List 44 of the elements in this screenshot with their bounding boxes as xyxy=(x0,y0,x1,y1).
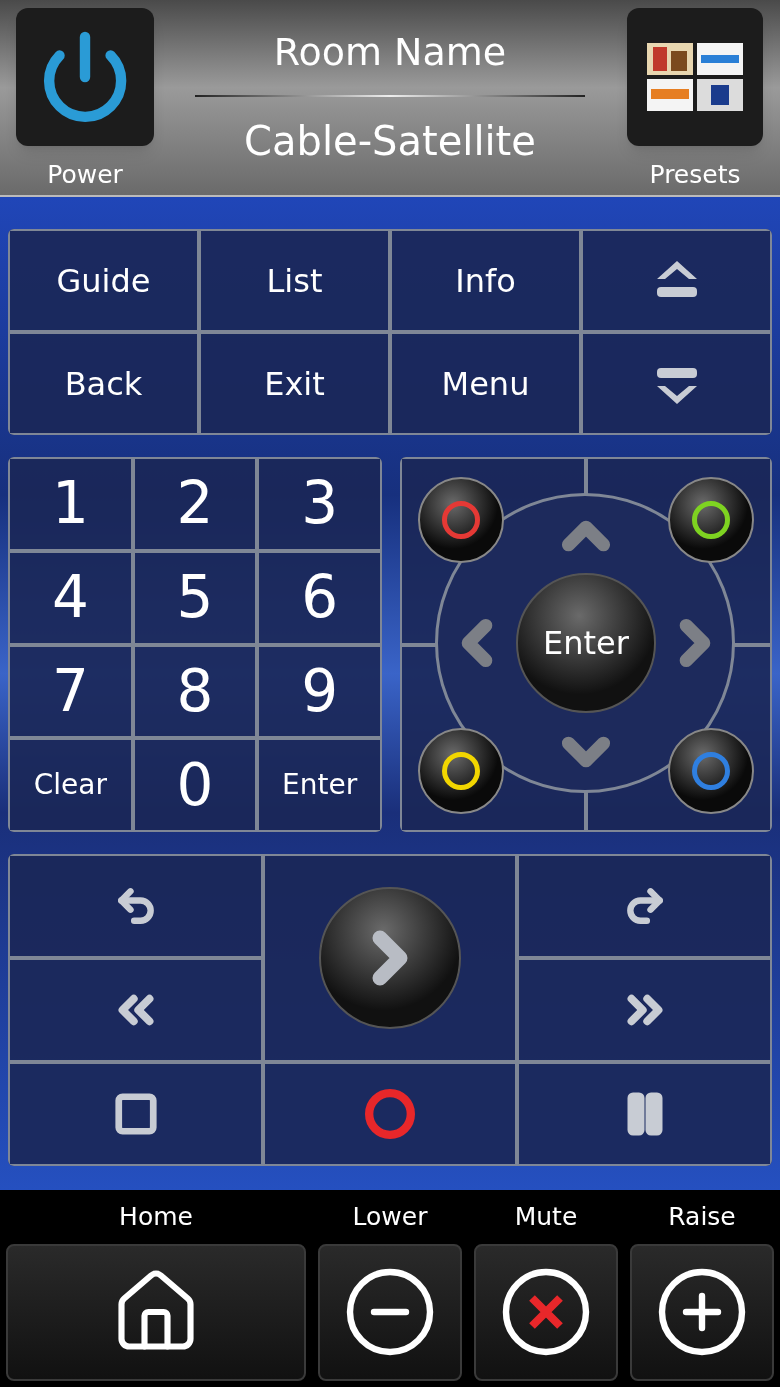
menu-key[interactable]: Exit xyxy=(199,332,390,435)
transport-key[interactable] xyxy=(8,854,263,958)
keypad-key[interactable]: 8 xyxy=(132,644,258,739)
transport-key[interactable] xyxy=(8,958,263,1062)
keypad-key[interactable]: Enter xyxy=(257,738,382,832)
keypad-key[interactable]: 6 xyxy=(257,550,382,645)
menu-key[interactable]: Info xyxy=(390,229,581,332)
power-label: Power xyxy=(47,159,123,191)
keypad-key[interactable]: 7 xyxy=(8,644,133,739)
menu-key[interactable]: List xyxy=(199,229,390,332)
presets-thumbnails-icon xyxy=(645,41,745,113)
lower-button[interactable] xyxy=(318,1243,462,1381)
raise-button[interactable] xyxy=(630,1243,774,1381)
keypad-key[interactable]: 5 xyxy=(132,550,258,645)
footer-label: Lower xyxy=(352,1201,428,1233)
keypad-key[interactable]: 4 xyxy=(8,550,133,645)
keypad-key[interactable]: 3 xyxy=(257,457,382,551)
transport-key[interactable] xyxy=(263,1062,517,1166)
transport-key[interactable] xyxy=(517,1062,772,1166)
power-button[interactable] xyxy=(16,8,154,146)
menu-key[interactable]: Guide xyxy=(8,229,199,332)
mute-button[interactable] xyxy=(474,1243,618,1381)
footer-label: Mute xyxy=(514,1201,578,1233)
home-button[interactable] xyxy=(6,1243,306,1381)
presets-button[interactable] xyxy=(627,8,763,146)
menu-key[interactable]: Back xyxy=(8,332,199,435)
page-down-key[interactable] xyxy=(581,332,772,435)
keypad-key[interactable]: Clear xyxy=(8,738,133,832)
footer-label: Home xyxy=(119,1201,193,1233)
keypad-key[interactable]: 9 xyxy=(257,644,382,739)
footer-label: Raise xyxy=(668,1201,736,1233)
page-up-key[interactable] xyxy=(581,229,772,332)
menu-key[interactable]: Menu xyxy=(390,332,581,435)
keypad-key[interactable]: 0 xyxy=(132,738,258,832)
transport-key[interactable] xyxy=(8,1062,263,1166)
transport-key[interactable] xyxy=(517,958,772,1062)
transport-key[interactable] xyxy=(517,854,772,958)
record-icon xyxy=(365,1089,415,1139)
source-name: Cable-Satellite xyxy=(244,117,536,166)
stop-icon xyxy=(112,1091,159,1137)
room-name: Room Name xyxy=(273,29,507,76)
keypad-key[interactable]: 2 xyxy=(132,457,258,551)
presets-label: Presets xyxy=(649,159,741,191)
keypad-key[interactable]: 1 xyxy=(8,457,133,551)
